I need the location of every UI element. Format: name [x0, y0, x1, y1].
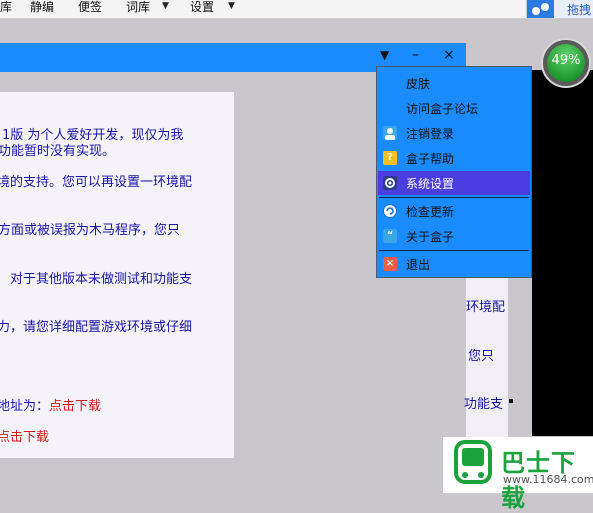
text-fragment: 环境配 — [466, 300, 506, 315]
menu-item-label: 皮肤 — [406, 77, 431, 91]
drag-label: 拖拽 — [567, 3, 592, 17]
chevron-down-icon[interactable]: ▼ — [228, 1, 235, 11]
bus-logo-icon — [453, 440, 495, 488]
info-line: 力，请您详细配置游戏环境或仔细 — [0, 320, 193, 335]
exit-icon: × — [383, 257, 397, 271]
menu-item-label: 退出 — [406, 258, 431, 272]
text-fragment: 功能支 — [464, 397, 504, 412]
menu-static-edit[interactable]: 静编 — [30, 0, 54, 18]
menu-item-skin[interactable]: 皮肤 — [378, 71, 530, 95]
download-line: 地址为：点击下载 — [0, 395, 101, 414]
black-panel — [532, 70, 593, 436]
update-icon — [383, 204, 397, 218]
watermark-logo: 巴士下载 www.11684.com — [443, 437, 593, 512]
menu-item-exit[interactable]: × 退出 — [378, 252, 530, 276]
drag-icon — [527, 0, 554, 18]
top-menu-bar: 库 静编 便签 词库 ▼ 设置 ▼ 拖拽 — [0, 0, 593, 19]
menu-divider — [379, 250, 529, 251]
menu-item-system-settings[interactable]: 系统设置 — [378, 171, 530, 195]
menu-dictionary[interactable]: 词库 — [126, 0, 150, 18]
info-line: 境的支持。您可以再设置一环境配 — [0, 175, 193, 190]
menu-item-label: 访问盒子论坛 — [406, 102, 479, 116]
close-button[interactable]: × — [443, 47, 455, 63]
watermark-url: www.11684.com — [503, 473, 593, 486]
menu-library[interactable]: 库 — [0, 0, 12, 18]
menu-notes[interactable]: 便签 — [78, 0, 102, 18]
chevron-down-icon[interactable]: ▼ — [162, 1, 169, 11]
menu-settings[interactable]: 设置 — [190, 0, 214, 18]
menu-item-help[interactable]: ? 盒子帮助 — [378, 146, 530, 170]
info-line: 功能暂时没有实现。 — [0, 144, 116, 159]
dropdown-icon[interactable]: ▼ — [380, 48, 389, 62]
text-cursor — [509, 399, 513, 403]
menu-item-label: 注销登录 — [406, 127, 455, 141]
about-icon: “ — [383, 229, 397, 243]
menu-item-label: 关于盒子 — [406, 230, 455, 244]
menu-item-label: 系统设置 — [406, 177, 455, 191]
help-icon: ? — [383, 151, 397, 165]
menu-item-about[interactable]: “ 关于盒子 — [378, 224, 530, 248]
info-line: 对于其他版本未做测试和功能支 — [10, 272, 193, 287]
drag-button[interactable]: 拖拽 — [526, 0, 593, 18]
text-fragment: 您只 — [468, 349, 495, 364]
menu-item-forum[interactable]: 访问盒子论坛 — [378, 96, 530, 120]
gauge-percent: 49% — [551, 53, 581, 68]
menu-item-label: 盒子帮助 — [406, 152, 455, 166]
progress-gauge[interactable]: 49% — [541, 38, 591, 88]
settings-icon — [383, 176, 397, 190]
user-icon — [383, 126, 397, 140]
download-link[interactable]: 点击下载 — [49, 399, 101, 414]
download-link[interactable]: 点击下载 — [0, 426, 49, 445]
menu-item-label: 检查更新 — [406, 205, 455, 219]
info-line: 方面或被误报为木马程序，您只 — [0, 223, 181, 238]
menu-item-logout[interactable]: 注销登录 — [378, 121, 530, 145]
download-label: 地址为： — [0, 399, 50, 414]
info-text-panel: 1版 为个人爱好开发，现仅为我 功能暂时没有实现。 境的支持。您可以再设置一环境… — [0, 92, 234, 458]
menu-item-check-update[interactable]: 检查更新 — [378, 199, 530, 223]
menu-divider — [379, 197, 529, 198]
main-dropdown-menu: 皮肤 访问盒子论坛 注销登录 ? 盒子帮助 系统设置 检查更新 “ 关于盒子 ×… — [376, 66, 532, 278]
minimize-button[interactable]: – — [412, 47, 419, 63]
